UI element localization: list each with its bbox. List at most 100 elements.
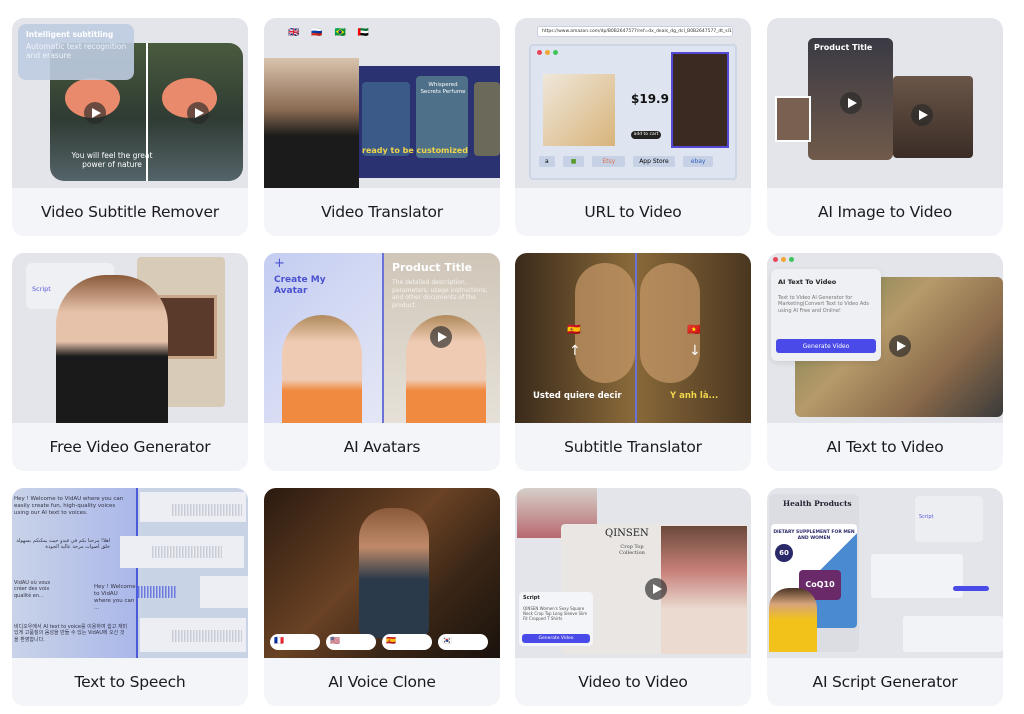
play-icon[interactable] [645,578,667,600]
card-ai-avatars[interactable]: + Create My Avatar Product Title The det… [264,253,500,471]
translated-caption: ready to be customized [362,146,468,155]
card-title: Subtitle Translator [564,438,702,456]
card-title: AI Script Generator [812,673,958,691]
overlay-title: Intelligent subtitling [26,30,114,39]
card-video-to-video[interactable]: QINSEN Crop Top Collection Script QINSEN… [515,488,751,706]
create-avatar-label[interactable]: Create My Avatar [274,275,334,298]
price: $19.9 [631,92,669,106]
play-icon[interactable] [840,92,862,114]
script-label: Script [32,285,51,293]
presenter [264,58,359,188]
language-pill-korean[interactable]: 🇰🇷 [438,634,488,650]
translated-caption: Y anh là... [670,391,719,401]
card-title: Video Translator [321,203,443,221]
panel-description: Text to Video AI Generator for Marketing… [778,295,869,314]
script-panel: Script [915,496,983,542]
generate-video-button[interactable]: Generate Video [522,634,590,643]
card-subtitle-translator[interactable]: 🇪🇸 🇻🇳 ↑ ↓ Usted quiere decir Y anh là...… [515,253,751,471]
arrow-down-icon: ↓ [689,343,701,359]
thumbnail: AI Text To Video Text to Video AI Genera… [767,253,1003,423]
banner-text: DIETARY SUPPLEMENT FOR MEN AND WOMEN [773,530,855,541]
vietnam-flag-icon: 🇻🇳 [687,323,701,336]
thumbnail: Script [12,253,248,423]
card-ai-voice-clone[interactable]: 🇫🇷 🇺🇸 🇪🇸 🇰🇷 AI Voice Clone [264,488,500,706]
script-panel: Script QINSEN Women's Sexy Square Neck C… [519,592,593,646]
post-image [893,76,973,158]
card-title: Video to Video [578,673,688,691]
thumbnail: Product Title [767,18,1003,188]
product-description: The detailed description, parameters, us… [392,279,488,309]
thumbnail: + Create My Avatar Product Title The det… [264,253,500,423]
etsy-button[interactable]: Etsy [592,156,626,167]
play-icon[interactable] [84,102,106,124]
card-url-to-video[interactable]: https://www.amazon.com/dp/B0B2647577/ref… [515,18,751,236]
collection-title: Crop Top Collection [619,544,645,557]
overlay-subtitle: Automatic text recognition and erasure [26,42,127,61]
store-buttons: a ■ Etsy App Store ebay [539,156,714,167]
thumbnail: Intelligent subtitling Automatic text re… [12,18,248,188]
source-caption: Usted quiere decir [533,391,622,401]
card-title: URL to Video [584,203,682,221]
thumbnail: Hey ! Welcome to VidAU where you can eas… [12,488,248,658]
thumbnail: https://www.amazon.com/dp/B0B2647577/ref… [515,18,751,188]
language-pill-spanish[interactable]: 🇪🇸 [382,634,432,650]
shopify-button[interactable]: ■ [562,156,585,167]
amazon-button[interactable]: a [539,156,555,167]
thumbnail: QINSEN Crop Top Collection Script QINSEN… [515,488,751,658]
speech-text-french: VidAU où vous créer des voix qualité en.… [14,580,51,599]
panel-title: AI Text To Video [778,278,837,286]
add-to-cart-button[interactable]: add to cart [631,131,661,139]
product-title: Product Title [392,261,473,274]
play-icon[interactable] [889,335,911,357]
card-video-translator[interactable]: 🇬🇧 🇷🇺 🇧🇷 🇦🇪 Whispered Secrets Perfume ready… [264,18,500,236]
card-ai-text-to-video[interactable]: AI Text To Video Text to Video AI Genera… [767,253,1003,471]
script-text: QINSEN Women's Sexy Square Neck Crop Top… [523,606,588,621]
script-label: Script [919,514,934,520]
play-icon[interactable] [430,326,452,348]
thumbnail-image [775,96,811,142]
play-icon[interactable] [187,102,209,124]
text-to-video-panel: AI Text To Video Text to Video AI Genera… [771,269,881,361]
language-flags: 🇬🇧 🇷🇺 🇧🇷 🇦🇪 [288,28,369,38]
overlay-panel: Intelligent subtitling Automatic text re… [18,24,134,80]
card-ai-image-to-video[interactable]: Product Title AI Image to Video [767,18,1003,236]
presenter [56,275,168,423]
card-title: AI Avatars [343,438,421,456]
thumbnail: Health Products DIETARY SUPPLEMENT FOR M… [767,488,1003,658]
models-photo [661,526,747,654]
card-title: Text to Speech [74,673,186,691]
speech-text-english: Hey ! Welcome to VidAU where you can eas… [14,496,124,516]
heading: Health Products [783,499,852,508]
podcaster [359,508,429,638]
card-video-subtitle-remover[interactable]: Intelligent subtitling Automatic text re… [12,18,248,236]
play-icon[interactable] [911,104,933,126]
card-text-to-speech[interactable]: Hey ! Welcome to VidAU where you can eas… [12,488,248,706]
product-images [543,74,615,146]
plus-icon[interactable]: + [274,256,285,272]
card-title: Video Subtitle Remover [41,203,219,221]
card-ai-script-generator[interactable]: Health Products DIETARY SUPPLEMENT FOR M… [767,488,1003,706]
language-pill-french[interactable]: 🇫🇷 [270,634,320,650]
badge-60: 60 [775,544,793,562]
card-title: AI Image to Video [817,203,953,221]
generate-video-button[interactable]: Generate Video [776,339,876,353]
thumbnail: 🇪🇸 🇻🇳 ↑ ↓ Usted quiere decir Y anh là... [515,253,751,423]
presenter [769,588,817,652]
ebay-button[interactable]: ebay [682,156,714,167]
brand-name: QINSEN [605,528,649,539]
spain-flag-icon: 🇪🇸 [567,323,581,336]
url-input[interactable]: https://www.amazon.com/dp/B0B2647577/ref… [537,26,733,37]
generated-video [671,52,729,148]
poster-title: Whispered Secrets Perfume [420,82,466,95]
language-pill-english[interactable]: 🇺🇸 [326,634,376,650]
browser-window: $19.9 add to cart a ■ Etsy App Store eba… [529,44,737,180]
avatar-left [282,315,362,423]
generate-button[interactable] [953,586,989,591]
speech-text-welcome: Hey ! Welcome to VidAU where you can ... [94,584,136,611]
card-free-video-generator[interactable]: Script Free Video Generator [12,253,248,471]
thumbnail: 🇬🇧 🇷🇺 🇧🇷 🇦🇪 Whispered Secrets Perfume ready… [264,18,500,188]
video-caption: You will feel the great power of nature [71,151,153,170]
script-label: Script [523,595,540,601]
app-store-button[interactable]: App Store [633,156,675,167]
speech-text-korean: 비디오우에서 AI text to voice를 이용하여 쉽고 재미있게 고품… [14,624,128,643]
